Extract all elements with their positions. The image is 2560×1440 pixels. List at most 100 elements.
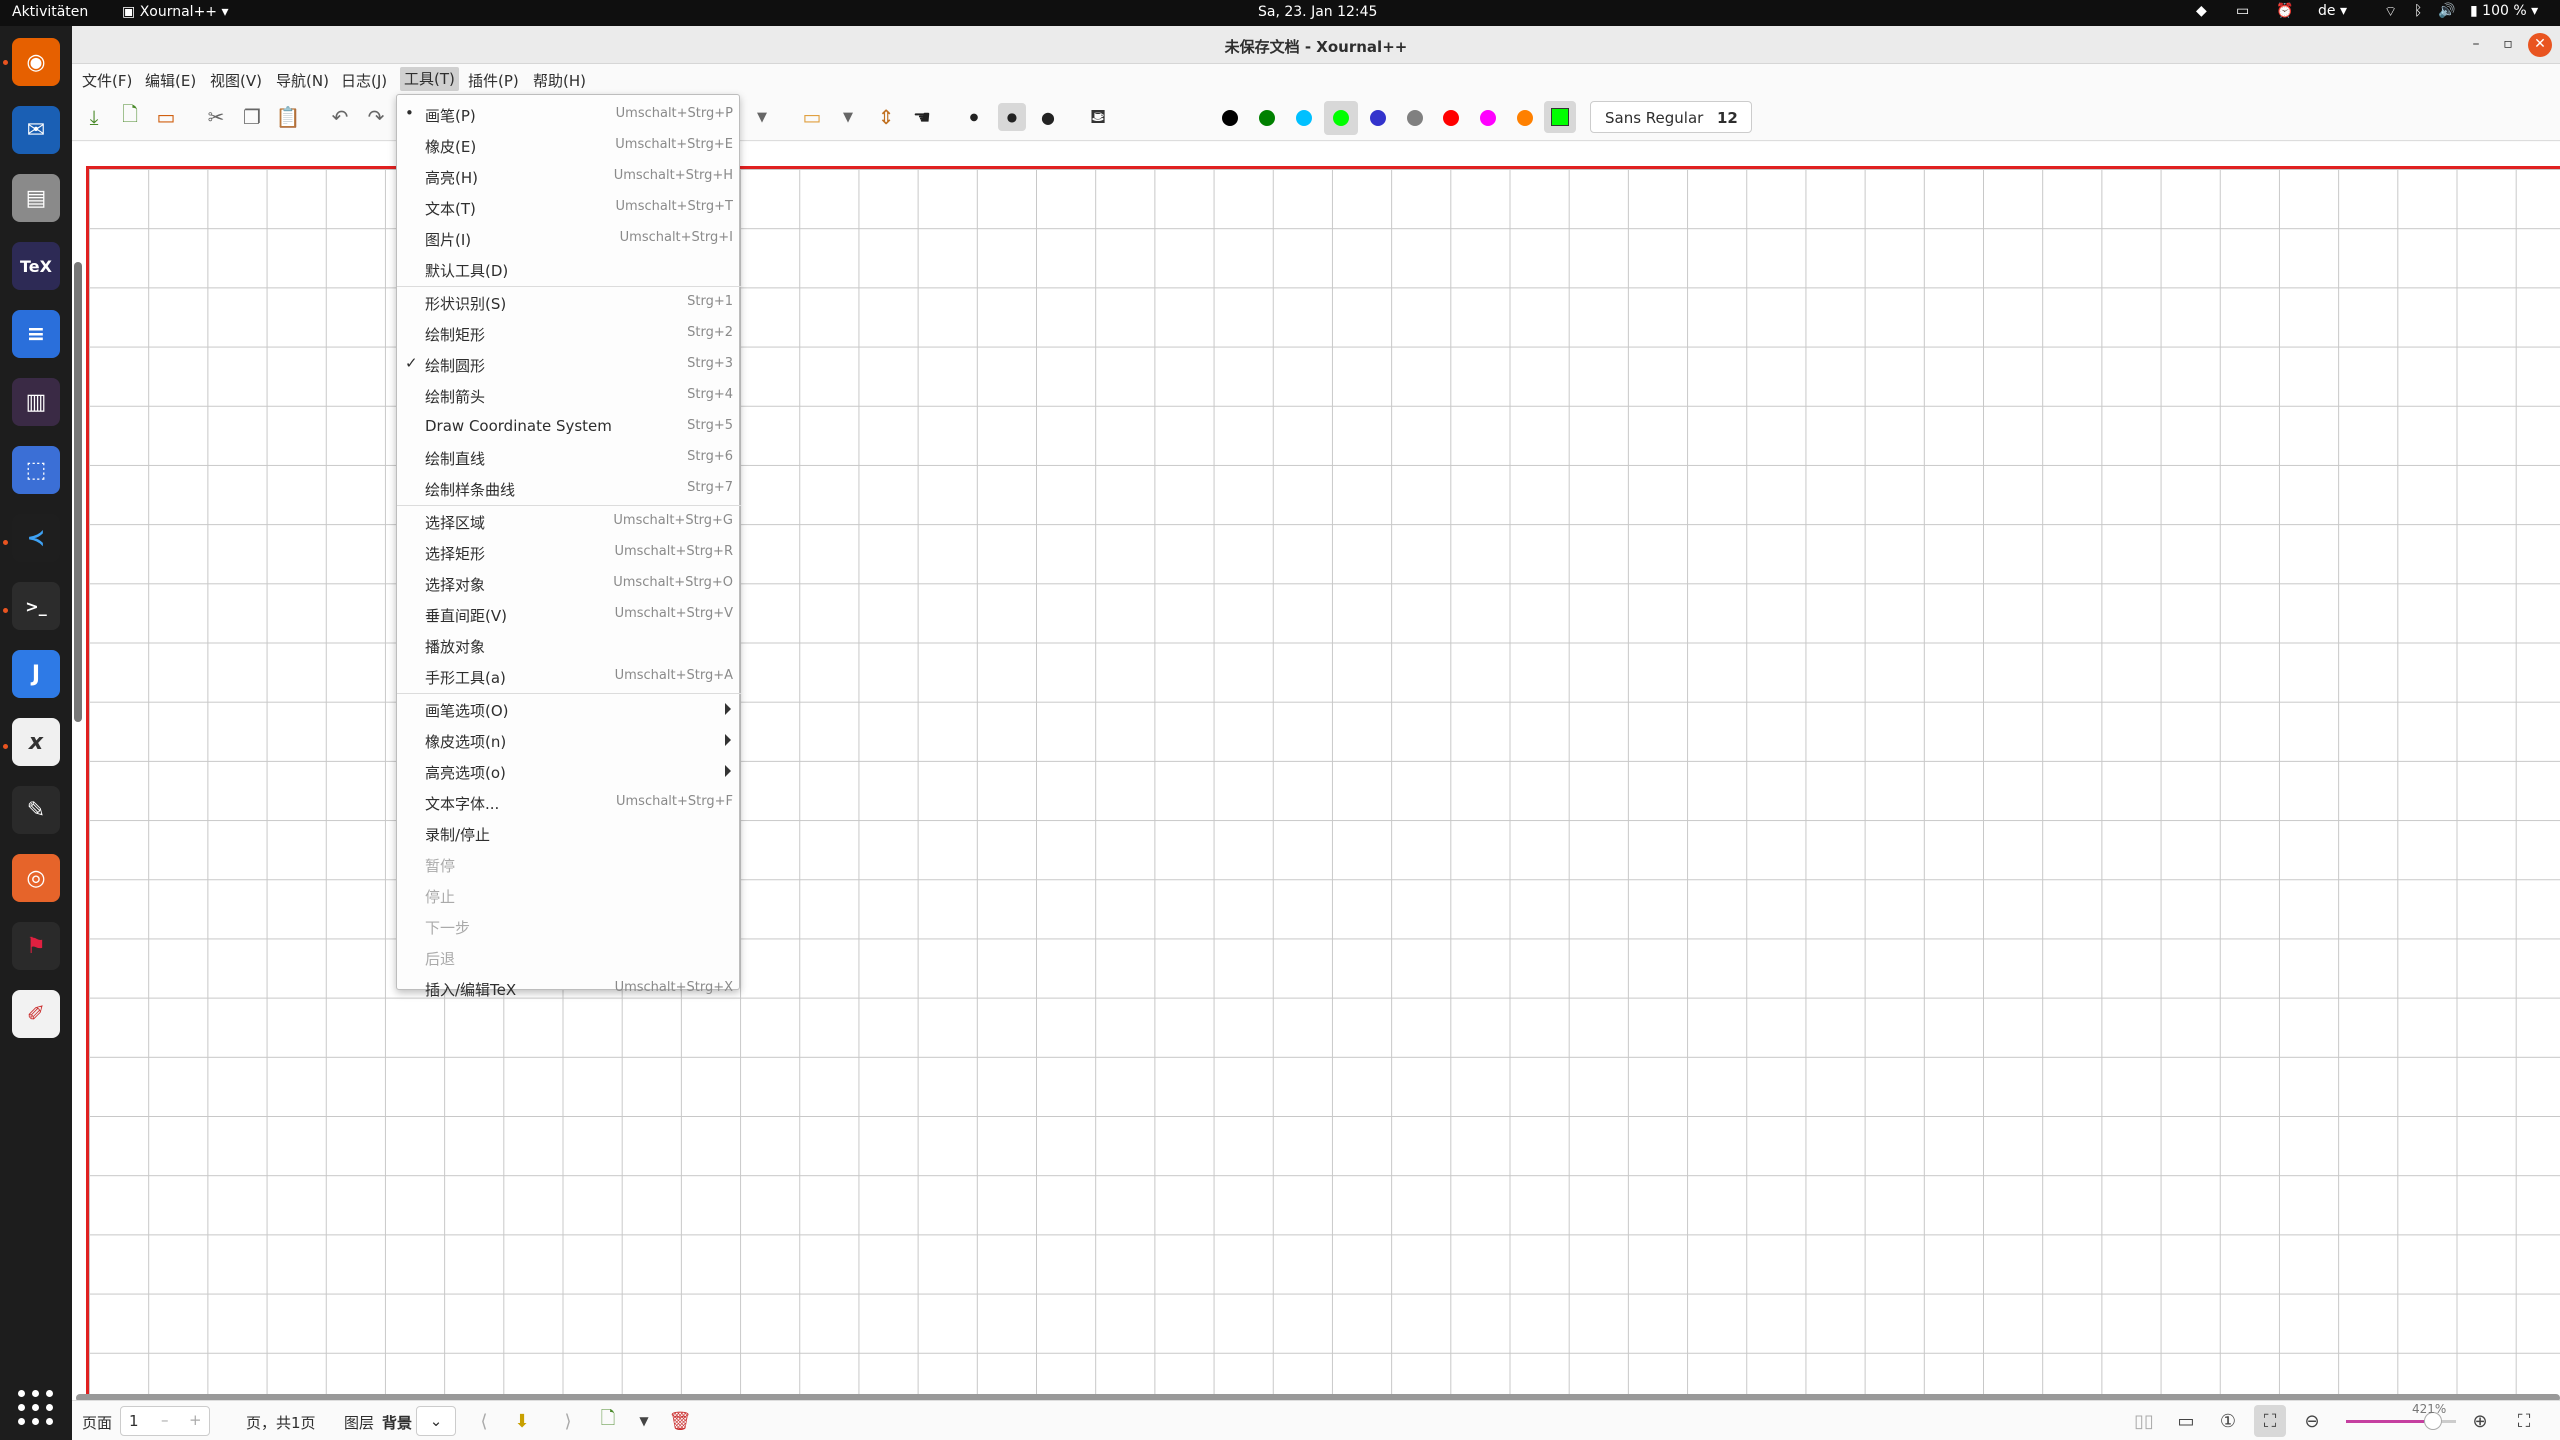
color-swatch[interactable] (1222, 110, 1238, 126)
menu-plugins[interactable]: 插件(P) (464, 70, 523, 91)
zoom-in-icon[interactable]: ⊕ (2468, 1409, 2492, 1433)
texstudio-icon[interactable]: TeX (12, 242, 60, 290)
vscode-icon[interactable]: ≺ (12, 514, 60, 562)
open-folder-icon[interactable]: ▭ (152, 103, 180, 131)
menu-item[interactable]: Draw Coordinate System Strg+5 (397, 411, 741, 441)
menu-item[interactable]: 垂直间距(V) Umschalt+Strg+V (397, 599, 741, 629)
thin-size-icon[interactable]: ● (960, 103, 988, 131)
presentation-mode-icon[interactable]: ▭ (2174, 1409, 2198, 1433)
decrement-icon[interactable]: – (161, 1411, 169, 1429)
layer-dropdown[interactable]: ⌄ (416, 1406, 456, 1436)
activities-button[interactable]: Aktivitäten (12, 4, 88, 20)
menu-item[interactable]: 绘制样条曲线 Strg+7 (397, 473, 741, 503)
volume-icon[interactable]: 🔊 (2438, 3, 2455, 19)
save-icon[interactable]: ⤓ (80, 103, 108, 131)
fill-color-icon[interactable]: ▭ (798, 103, 826, 131)
app-menu-button[interactable]: ▣ Xournal++ ▾ (122, 4, 229, 20)
show-apps-icon[interactable] (18, 1390, 54, 1426)
menu-tools[interactable]: 工具(T) (400, 67, 459, 91)
xournal-icon[interactable]: x (12, 718, 60, 766)
zoom-100-icon[interactable]: ① (2216, 1409, 2240, 1433)
paste-icon[interactable]: 📋 (274, 103, 302, 131)
app-dark-icon[interactable]: ▥ (12, 378, 60, 426)
thick-size-icon[interactable]: ● (1034, 103, 1062, 131)
obs-icon[interactable]: ◎ (12, 854, 60, 902)
alarm-icon[interactable]: ⏰ (2276, 3, 2293, 19)
menu-item[interactable]: ✓ 绘制圆形 Strg+3 (397, 349, 741, 379)
menu-help[interactable]: 帮助(H) (529, 70, 590, 91)
menu-item[interactable]: 选择对象 Umschalt+Strg+O (397, 568, 741, 598)
terminal-icon[interactable]: >_ (12, 582, 60, 630)
menu-journal[interactable]: 日志(J) (337, 70, 391, 91)
menu-item[interactable]: 录制/停止 (397, 818, 741, 848)
minimize-button[interactable]: – (2464, 33, 2488, 57)
vertical-space-icon[interactable]: ⇕ (872, 103, 900, 131)
color-swatch[interactable] (1258, 110, 1275, 126)
clock[interactable]: Sa, 23. Jan 12:45 (1258, 4, 1377, 20)
color-swatch[interactable] (1480, 110, 1497, 126)
menu-item[interactable]: 图片(I) Umschalt+Strg+I (397, 223, 741, 253)
color-swatch[interactable] (1295, 110, 1312, 126)
color-swatch[interactable] (1406, 110, 1423, 126)
menu-item[interactable]: 默认工具(D) (397, 254, 741, 284)
color-swatch[interactable] (1443, 110, 1460, 126)
increment-icon[interactable]: + (189, 1411, 202, 1429)
maximize-button[interactable]: ▫ (2496, 33, 2520, 57)
close-button[interactable]: ✕ (2528, 33, 2552, 57)
thunderbird-icon[interactable]: ✉ (12, 106, 60, 154)
medium-size-icon[interactable]: ● (998, 103, 1026, 131)
menu-item[interactable]: 播放对象 (397, 630, 741, 660)
menu-item[interactable]: 文本字体... Umschalt+Strg+F (397, 787, 741, 817)
menu-item[interactable]: 形状识别(S) Strg+1 (397, 287, 741, 317)
chevron-down-icon[interactable]: ▼ (748, 103, 776, 131)
battery-indicator[interactable]: ▮ 100 % ▾ (2470, 3, 2538, 19)
screenshot-icon[interactable]: ⬚ (12, 446, 60, 494)
zoom-fit-icon[interactable]: ⛶ (2254, 1405, 2286, 1437)
menu-file[interactable]: 文件(F) (78, 70, 136, 91)
flag-app-icon[interactable]: ⚑ (12, 922, 60, 970)
menu-item[interactable]: 选择区域 Umschalt+Strg+G (397, 506, 741, 536)
delete-layer-icon[interactable]: 🗑 (668, 1409, 692, 1433)
menu-view[interactable]: 视图(V) (206, 70, 266, 91)
undo-icon[interactable]: ↶ (326, 103, 354, 131)
menu-item[interactable]: 选择矩形 Umschalt+Strg+R (397, 537, 741, 567)
chevron-down-icon[interactable]: ▼ (834, 103, 862, 131)
redo-icon[interactable]: ↷ (362, 103, 390, 131)
menu-item[interactable]: 画笔选项(O) (397, 694, 741, 724)
inkscape-icon[interactable]: ✎ (12, 786, 60, 834)
menu-item[interactable]: 手形工具(a) Umschalt+Strg+A (397, 661, 741, 691)
firefox-icon[interactable]: ◉ (12, 38, 60, 86)
bluetooth-icon[interactable]: ᛒ (2414, 3, 2422, 19)
vertical-scrollbar[interactable] (74, 262, 82, 722)
flatpak-icon[interactable]: ◆ (2196, 3, 2207, 19)
title-bar[interactable]: 未保存文档 - Xournal++ – ▫ ✕ (72, 26, 2560, 64)
fill-bucket-icon[interactable]: ⛾ (1084, 103, 1112, 131)
page-number-input[interactable]: 1 – + (120, 1406, 210, 1436)
menu-item[interactable]: 文本(T) Umschalt+Strg+T (397, 192, 741, 222)
wifi-icon[interactable]: ⌔ (2384, 3, 2397, 21)
menu-item[interactable]: 橡皮(E) Umschalt+Strg+E (397, 130, 741, 160)
hand-tool-icon[interactable]: ☚ (908, 103, 936, 131)
joplin-icon[interactable]: J (12, 650, 60, 698)
color-swatch[interactable] (1369, 110, 1386, 126)
menu-edit[interactable]: 编辑(E) (141, 70, 200, 91)
two-pages-icon[interactable]: ▯▯ (2132, 1409, 2156, 1433)
drawing-icon[interactable]: ✐ (12, 990, 60, 1038)
menu-item[interactable]: • 画笔(P) Umschalt+Strg+P (397, 99, 741, 129)
files-icon[interactable]: ▤ (12, 174, 60, 222)
cut-icon[interactable]: ✂ (202, 103, 230, 131)
layer-up-icon[interactable]: ⟨ (472, 1409, 496, 1433)
current-color-button[interactable] (1544, 101, 1576, 133)
chevron-down-icon[interactable]: ▼ (632, 1409, 656, 1433)
color-swatch[interactable] (1517, 110, 1534, 126)
writer-icon[interactable]: ≡ (12, 310, 60, 358)
menu-item[interactable]: 高亮(H) Umschalt+Strg+H (397, 161, 741, 191)
zoom-out-icon[interactable]: ⊖ (2300, 1409, 2324, 1433)
screen-icon[interactable]: ▭ (2236, 3, 2249, 19)
font-selector[interactable]: Sans Regular 12 (1590, 101, 1752, 133)
menu-item[interactable]: 绘制箭头 Strg+4 (397, 380, 741, 410)
menu-item[interactable]: 高亮选项(o) (397, 756, 741, 786)
new-layer-icon[interactable]: 🗋 (596, 1408, 620, 1433)
layer-visible-icon[interactable]: ⬇ (510, 1409, 534, 1433)
keyboard-layout-indicator[interactable]: de ▾ (2318, 3, 2347, 19)
